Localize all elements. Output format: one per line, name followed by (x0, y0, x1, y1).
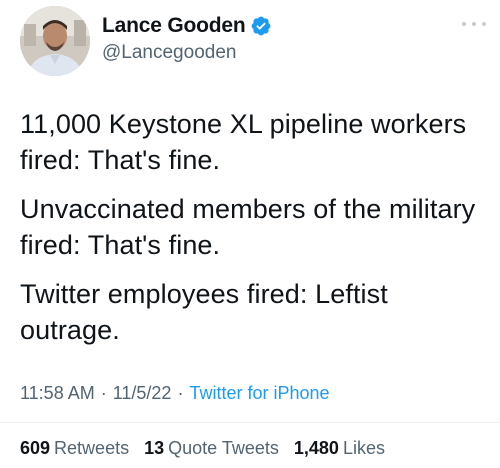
more-dot (482, 22, 486, 26)
meta-separator: · (177, 383, 184, 403)
more-dot (462, 22, 466, 26)
retweets-stat[interactable]: 609 Retweets (20, 438, 129, 458)
tweet-metadata: 11:58 AM · 11/5/22 · Twitter for iPhone (20, 383, 330, 404)
more-dot (472, 22, 476, 26)
engagement-stats: 609 Retweets 13 Quote Tweets 1,480 Likes (20, 438, 395, 459)
divider (0, 422, 500, 423)
tweet-paragraph: 11,000 Keystone XL pipeline workers fire… (20, 109, 467, 175)
tweet-header: Lance Gooden @Lancegooden (20, 5, 490, 77)
avatar[interactable] (20, 6, 90, 76)
tweet-paragraph: Unvaccinated members of the military fir… (20, 194, 476, 260)
likes-label: Likes (342, 438, 385, 458)
tweet-date[interactable]: 11/5/22 (113, 383, 172, 403)
quote-tweets-stat[interactable]: 13 Quote Tweets (144, 438, 279, 458)
display-name-row: Lance Gooden (102, 13, 272, 39)
tweet-paragraph: Twitter employees fired: Leftist outrage… (20, 279, 388, 345)
likes-count: 1,480 (293, 438, 339, 458)
quote-tweets-label: Quote Tweets (168, 438, 279, 458)
likes-stat[interactable]: 1,480 Likes (294, 438, 385, 458)
meta-separator: · (100, 383, 107, 403)
retweets-count: 609 (20, 438, 51, 458)
display-name[interactable]: Lance Gooden (102, 14, 246, 38)
profile-photo-icon (20, 6, 90, 76)
verified-badge-icon (250, 15, 272, 37)
author-names: Lance Gooden @Lancegooden (102, 13, 272, 64)
tweet-time[interactable]: 11:58 AM (20, 383, 95, 403)
more-options-icon[interactable] (462, 17, 486, 31)
tweet-text: 11,000 Keystone XL pipeline workers fire… (20, 106, 490, 361)
handle[interactable]: @Lancegooden (102, 42, 272, 64)
retweets-label: Retweets (54, 438, 130, 458)
tweet-source-link[interactable]: Twitter for iPhone (189, 383, 329, 403)
quote-tweets-count: 13 (144, 438, 165, 458)
